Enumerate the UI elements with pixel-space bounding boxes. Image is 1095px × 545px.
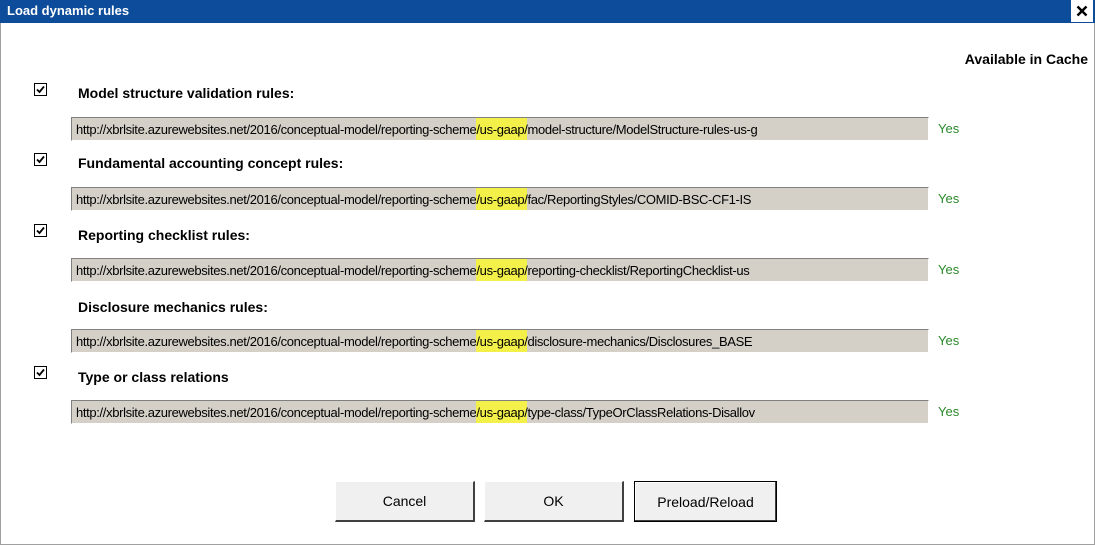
url-field-disclosure-mechanics[interactable]: http://xbrlsite.azurewebsites.net/2016/c… — [71, 329, 929, 353]
checkbox-model-structure[interactable] — [34, 83, 47, 96]
rule-label-reporting-checklist: Reporting checklist rules: — [78, 227, 250, 243]
rule-label-disclosure-mechanics: Disclosure mechanics rules: — [78, 299, 268, 315]
checkmark-icon — [36, 155, 45, 164]
url-text: http://xbrlsite.azurewebsites.net/2016/c… — [76, 188, 751, 210]
close-icon — [1076, 5, 1088, 17]
window-title: Load dynamic rules — [7, 3, 130, 18]
cache-column-header: Available in Cache — [964, 51, 1088, 67]
checkmark-icon — [36, 226, 45, 235]
checkmark-icon — [36, 368, 45, 377]
rule-label-type-class-relations: Type or class relations — [78, 369, 229, 385]
url-text: http://xbrlsite.azurewebsites.net/2016/c… — [76, 118, 758, 140]
cache-status-type-class-relations: Yes — [938, 404, 960, 419]
url-text: http://xbrlsite.azurewebsites.net/2016/c… — [76, 330, 753, 352]
title-bar: Load dynamic rules — [0, 0, 1095, 23]
checkbox-fundamental-accounting[interactable] — [34, 153, 47, 166]
ok-button[interactable]: OK — [484, 481, 624, 522]
cache-status-disclosure-mechanics: Yes — [938, 333, 960, 348]
rule-label-model-structure: Model structure validation rules: — [78, 85, 295, 101]
cache-status-reporting-checklist: Yes — [938, 262, 960, 277]
url-field-model-structure[interactable]: http://xbrlsite.azurewebsites.net/2016/c… — [71, 117, 929, 141]
checkbox-reporting-checklist[interactable] — [34, 224, 47, 237]
url-text: http://xbrlsite.azurewebsites.net/2016/c… — [76, 259, 750, 281]
rule-label-fundamental-accounting: Fundamental accounting concept rules: — [78, 155, 344, 171]
cancel-button[interactable]: Cancel — [335, 481, 475, 522]
url-text: http://xbrlsite.azurewebsites.net/2016/c… — [76, 401, 755, 423]
preload-reload-button[interactable]: Preload/Reload — [634, 481, 777, 522]
url-field-reporting-checklist[interactable]: http://xbrlsite.azurewebsites.net/2016/c… — [71, 258, 929, 282]
dialog-body — [0, 23, 1095, 545]
url-field-type-class-relations[interactable]: http://xbrlsite.azurewebsites.net/2016/c… — [71, 400, 929, 424]
cache-status-model-structure: Yes — [938, 121, 960, 136]
close-button[interactable] — [1071, 0, 1093, 22]
url-field-fundamental-accounting[interactable]: http://xbrlsite.azurewebsites.net/2016/c… — [71, 187, 929, 211]
checkmark-icon — [36, 85, 45, 94]
checkbox-type-class-relations[interactable] — [34, 366, 47, 379]
cache-status-fundamental-accounting: Yes — [938, 191, 960, 206]
